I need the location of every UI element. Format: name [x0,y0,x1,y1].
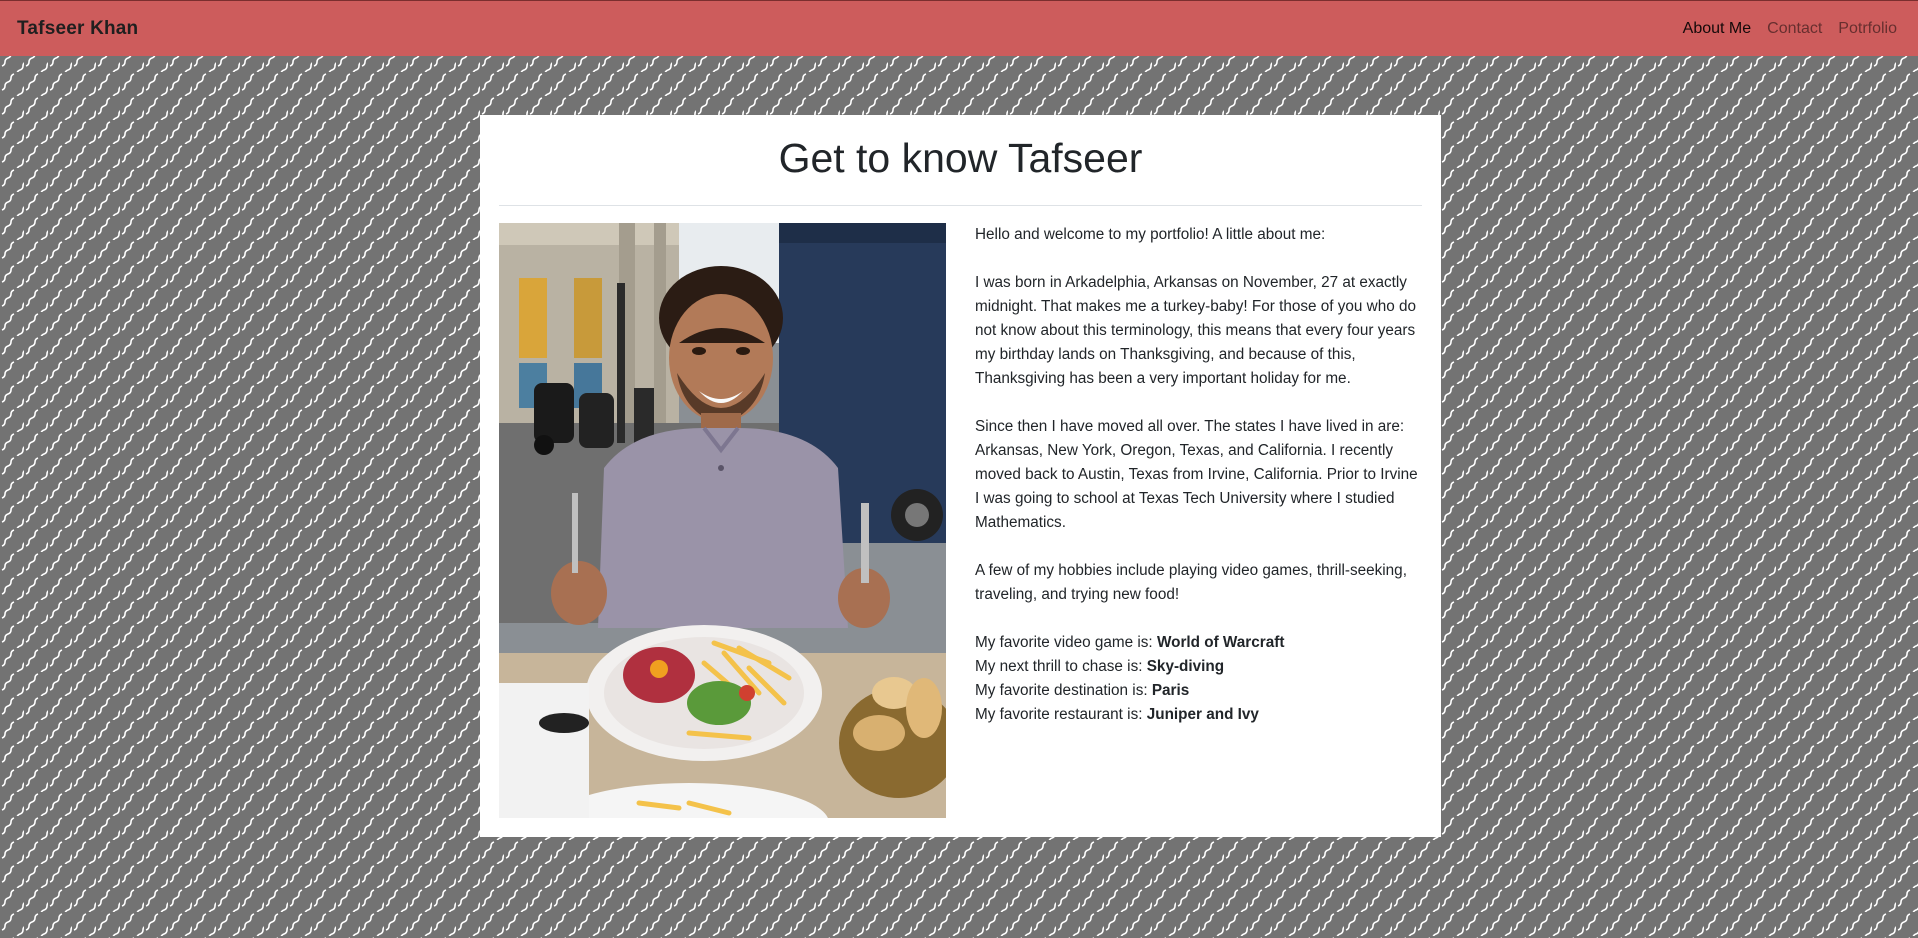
moves-paragraph: Since then I have moved all over. The st… [975,418,1418,531]
intro-text: Hello and welcome to my portfolio! A lit… [975,226,1326,243]
page-title: Get to know Tafseer [778,135,1143,181]
favorite-restaurant: My favorite restaurant is: Juniper and I… [975,706,1259,723]
favorite-destination: My favorite destination is: Paris [975,682,1190,699]
navbar: Tafseer Khan About Me Contact Potrfolio [0,0,1918,56]
nav-link-portfolio[interactable]: Potrfolio [1838,20,1897,38]
nav-links: About Me Contact Potrfolio [1683,20,1897,38]
favorite-video-game-value: World of Warcraft [1156,634,1285,651]
favorite-thrill-value: Sky-diving [1146,658,1225,675]
about-text: Hello and welcome to my portfolio! A lit… [975,223,1420,727]
birth-paragraph: I was born in Arkadelphia, Arkansas on N… [975,274,1416,387]
hobbies-paragraph: A few of my hobbies include playing vide… [975,562,1407,603]
favorite-thrill: My next thrill to chase is: Sky-diving [975,658,1225,675]
favorite-restaurant-value: Juniper and Ivy [1146,706,1259,723]
brand-logo[interactable]: Tafseer Khan [17,18,138,40]
nav-link-about-me[interactable]: About Me [1683,20,1751,38]
nav-link-contact[interactable]: Contact [1767,20,1822,38]
favorite-video-game: My favorite video game is: World of Warc… [975,634,1285,651]
favorite-destination-value: Paris [1151,682,1190,699]
title-divider [499,205,1422,206]
profile-photo [499,223,946,818]
about-card: Get to know Tafseer Hello and welcome to… [480,115,1441,837]
favorites-list: My favorite video game is: World of Warc… [975,631,1420,727]
